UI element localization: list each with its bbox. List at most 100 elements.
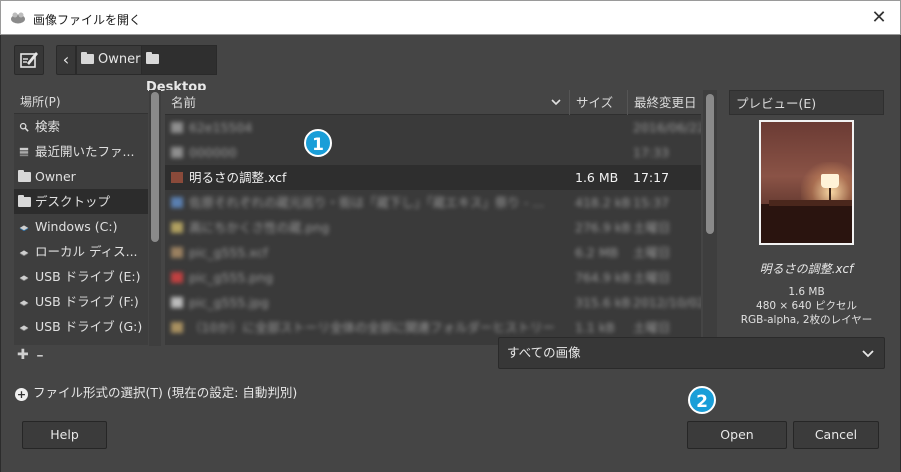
chevron-down-icon bbox=[862, 350, 874, 358]
file-open-dialog: ‹ Owner Desktop 場所(P) 検索 最近開いたファ... Owne… bbox=[0, 35, 901, 472]
search-icon bbox=[19, 122, 29, 132]
step-badge-1: 1 bbox=[304, 129, 332, 157]
add-bookmark-icon[interactable]: ✚ bbox=[17, 347, 29, 363]
places-scrollbar[interactable] bbox=[149, 90, 161, 346]
cancel-button[interactable]: Cancel bbox=[793, 421, 879, 449]
folder-icon bbox=[171, 322, 183, 333]
place-label: USB ドライブ (E:) bbox=[35, 269, 141, 284]
file-date: 17:17 bbox=[633, 170, 670, 185]
preview-dimensions: 480 × 640 ピクセル bbox=[756, 300, 857, 312]
preview-filename: 明るさの調整.xcf bbox=[759, 262, 854, 276]
file-row[interactable]: 高にちかくさ性の蔵.png 276.9 kB 土曜日 bbox=[165, 215, 701, 240]
place-usb-f[interactable]: USB ドライブ (F:) bbox=[14, 289, 148, 314]
column-label: 名前 bbox=[171, 95, 197, 110]
window-title: 画像ファイルを開く bbox=[33, 13, 142, 27]
usb-icon bbox=[19, 325, 29, 332]
file-row-selected[interactable]: 明るさの調整.xcf 1.6 MB 17:17 bbox=[165, 165, 701, 190]
file-size: 6.2 MB bbox=[575, 245, 619, 260]
xcf-file-icon bbox=[171, 247, 183, 258]
place-label: 最近開いたファ... bbox=[35, 144, 135, 159]
recent-icon bbox=[19, 147, 29, 157]
gimp-app-icon bbox=[11, 12, 25, 24]
place-desktop[interactable]: デスクトップ bbox=[14, 189, 148, 214]
file-row[interactable]: pic_g555.xcf 6.2 MB 土曜日 bbox=[165, 240, 701, 265]
type-location-button[interactable] bbox=[14, 45, 44, 75]
file-size: 1.6 MB bbox=[575, 170, 619, 185]
place-owner[interactable]: Owner bbox=[14, 164, 148, 189]
image-file-icon bbox=[171, 222, 183, 233]
expand-plus-icon: + bbox=[15, 388, 28, 401]
title-bar: 画像ファイルを開く ✕ bbox=[0, 0, 901, 35]
file-name: 000000 bbox=[189, 145, 237, 160]
folder-icon bbox=[18, 195, 31, 207]
sort-chevron-icon bbox=[551, 99, 561, 106]
column-header-modified[interactable]: 最終変更日 bbox=[628, 90, 701, 115]
remove-bookmark-icon[interactable]: ━ bbox=[37, 352, 42, 362]
file-row[interactable]: 62e15504 2016/06/22 bbox=[165, 115, 701, 140]
place-recent[interactable]: 最近開いたファ... bbox=[14, 139, 148, 164]
breadcrumb-owner[interactable]: Owner bbox=[76, 45, 142, 75]
file-row[interactable]: 佐原それぞれの蔵元巡り・街は「蔵下し」「蔵エキス」祭り - ... 418.2 … bbox=[165, 190, 701, 215]
file-name: pic_g555.jpg bbox=[189, 295, 269, 310]
file-date: 土曜日 bbox=[633, 245, 671, 260]
file-name: 高にちかくさ性の蔵.png bbox=[189, 220, 330, 235]
preview-header[interactable]: プレビュー(E) bbox=[729, 90, 884, 115]
edit-location-icon bbox=[20, 52, 38, 68]
path-back-button[interactable]: ‹ bbox=[56, 45, 76, 75]
step-badge-2: 2 bbox=[688, 386, 716, 414]
folder-icon bbox=[81, 52, 94, 64]
open-button[interactable]: Open bbox=[687, 421, 787, 449]
preview-info: 1.6 MB 480 × 640 ピクセル RGB-alpha, 2枚のレイヤー bbox=[729, 285, 884, 327]
places-panel: 場所(P) 検索 最近開いたファ... Owner デスクトップ Windows… bbox=[14, 90, 148, 345]
file-name: （10か）に全部ストーリ全体の全部に関連フォルダーヒストリー bbox=[189, 320, 555, 335]
image-file-icon bbox=[171, 297, 183, 308]
file-list-header: 名前 サイズ 最終変更日 bbox=[165, 90, 701, 115]
file-date: 17:33 bbox=[633, 145, 670, 160]
place-label: ローカル ディス... bbox=[35, 244, 138, 259]
file-date: 土曜日 bbox=[633, 270, 671, 285]
places-scroll-thumb[interactable] bbox=[151, 92, 159, 242]
file-list-scroll-thumb[interactable] bbox=[706, 94, 714, 234]
place-usb-e[interactable]: USB ドライブ (E:) bbox=[14, 264, 148, 289]
breadcrumb-desktop[interactable]: Desktop bbox=[141, 45, 217, 95]
places-toolbar: ✚ ━ bbox=[17, 347, 57, 363]
preview-thumbnail[interactable] bbox=[759, 120, 854, 245]
file-name: 62e15504 bbox=[189, 120, 253, 135]
help-button[interactable]: Help bbox=[22, 421, 107, 449]
place-search[interactable]: 検索 bbox=[14, 114, 148, 139]
file-size: 276.9 kB bbox=[575, 220, 631, 235]
file-name: pic_g555.png bbox=[189, 270, 274, 285]
file-row[interactable]: pic_g555.png 764.9 kB 土曜日 bbox=[165, 265, 701, 290]
image-file-icon bbox=[171, 197, 183, 208]
file-list-scrollbar[interactable] bbox=[703, 90, 717, 346]
file-name: 佐原それぞれの蔵元巡り・街は「蔵下し」「蔵エキス」祭り - ... bbox=[189, 195, 545, 210]
file-name: 明るさの調整.xcf bbox=[189, 170, 287, 185]
image-file-icon bbox=[171, 272, 183, 283]
column-header-size[interactable]: サイズ bbox=[570, 90, 628, 115]
file-row[interactable]: pic_g555.jpg 315.6 kB 2012/10/02 bbox=[165, 290, 701, 315]
preview-panel: プレビュー(E) 明るさの調整.xcf 1.6 MB 480 × 640 ピクセ… bbox=[729, 90, 884, 327]
expander-label: ファイル形式の選択(T) (現在の設定: 自動判別) bbox=[33, 385, 298, 400]
place-local-disk[interactable]: ローカル ディス... bbox=[14, 239, 148, 264]
file-date: 15:37 bbox=[633, 195, 670, 210]
place-windows-c[interactable]: Windows (C:) bbox=[14, 214, 148, 239]
drive-icon bbox=[19, 250, 29, 257]
file-type-expander[interactable]: + ファイル形式の選択(T) (現在の設定: 自動判別) bbox=[15, 384, 297, 402]
folder-icon bbox=[171, 122, 183, 133]
breadcrumb-label: Owner bbox=[98, 52, 141, 67]
preview-image bbox=[761, 122, 852, 243]
place-label: デスクトップ bbox=[35, 194, 111, 209]
file-size: 418.2 kB bbox=[575, 195, 631, 210]
preview-mode: RGB-alpha, 2枚のレイヤー bbox=[740, 314, 873, 326]
file-row[interactable]: 000000 17:33 bbox=[165, 140, 701, 165]
place-label: Windows (C:) bbox=[35, 219, 118, 234]
file-size: 764.9 kB bbox=[575, 270, 631, 285]
place-label: USB ドライブ (G:) bbox=[35, 319, 143, 334]
place-usb-g[interactable]: USB ドライブ (G:) bbox=[14, 314, 148, 339]
folder-icon bbox=[18, 170, 31, 182]
close-button[interactable]: ✕ bbox=[866, 5, 892, 31]
file-filter-dropdown[interactable]: すべての画像 bbox=[498, 337, 885, 369]
places-header[interactable]: 場所(P) bbox=[14, 90, 148, 114]
column-header-name[interactable]: 名前 bbox=[165, 90, 570, 115]
file-size: 315.6 kB bbox=[575, 295, 631, 310]
